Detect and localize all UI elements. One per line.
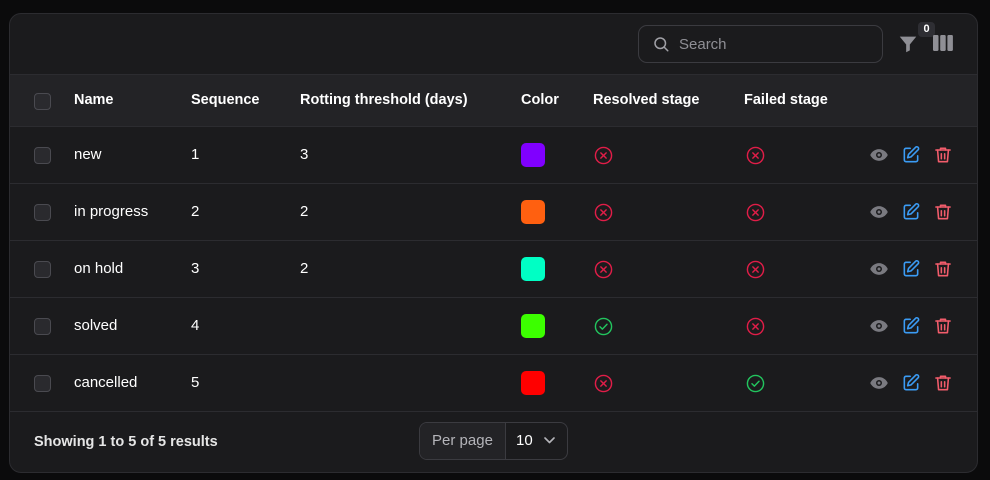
x-circle-icon <box>594 374 613 393</box>
stage-color-swatch <box>521 371 545 395</box>
column-header-rotting-threshold[interactable]: Rotting threshold (days) <box>300 75 468 126</box>
eye-icon <box>869 320 889 340</box>
column-header-name[interactable]: Name <box>74 75 114 126</box>
x-circle-icon <box>594 146 613 165</box>
pencil-square-icon <box>901 146 921 169</box>
column-header-resolved-stage[interactable]: Resolved stage <box>593 75 699 126</box>
check-circle-icon <box>746 374 765 393</box>
row-select-checkbox[interactable] <box>34 318 51 335</box>
stage-color-swatch <box>521 314 545 338</box>
stage-sequence: 5 <box>191 374 200 391</box>
x-circle-icon <box>746 260 765 279</box>
view-button[interactable] <box>869 145 889 165</box>
eye-icon <box>869 149 889 169</box>
view-button[interactable] <box>869 259 889 279</box>
stage-sequence: 2 <box>191 203 200 220</box>
stage-color-swatch <box>521 143 545 167</box>
stage-name: new <box>74 146 102 163</box>
delete-button[interactable] <box>933 145 953 165</box>
stage-name: cancelled <box>74 374 138 391</box>
edit-button[interactable] <box>901 373 921 393</box>
column-header-sequence[interactable]: Sequence <box>191 75 260 126</box>
table-row[interactable]: cancelled 5 <box>10 355 977 412</box>
search-box[interactable] <box>638 25 883 63</box>
per-page-value: 10 <box>516 432 533 449</box>
stage-name: in progress <box>74 203 149 220</box>
filter-icon <box>899 36 917 53</box>
column-header-failed-stage[interactable]: Failed stage <box>744 75 828 126</box>
table-row[interactable]: new 1 3 <box>10 127 977 184</box>
row-select-checkbox[interactable] <box>34 261 51 278</box>
stage-sequence: 3 <box>191 260 200 277</box>
pencil-square-icon <box>901 203 921 226</box>
pencil-square-icon <box>901 260 921 283</box>
eye-icon <box>869 377 889 397</box>
row-select-checkbox[interactable] <box>34 375 51 392</box>
stage-sequence: 1 <box>191 146 200 163</box>
per-page-label: Per page <box>420 423 506 459</box>
delete-button[interactable] <box>933 202 953 222</box>
trash-icon <box>933 375 953 397</box>
trash-icon <box>933 261 953 283</box>
edit-button[interactable] <box>901 202 921 222</box>
stage-rotting-threshold: 3 <box>300 146 309 163</box>
chevron-down-icon <box>544 437 555 444</box>
table-toolbar: 0 <box>10 14 977 74</box>
x-circle-icon <box>594 203 613 222</box>
view-button[interactable] <box>869 373 889 393</box>
trash-icon <box>933 147 953 169</box>
delete-button[interactable] <box>933 259 953 279</box>
table-header: Name Sequence Rotting threshold (days) C… <box>10 74 977 127</box>
search-icon <box>654 37 669 52</box>
column-header-color[interactable]: Color <box>521 75 559 126</box>
stage-sequence: 4 <box>191 317 200 334</box>
table-row[interactable]: on hold 3 2 <box>10 241 977 298</box>
delete-button[interactable] <box>933 316 953 336</box>
eye-icon <box>869 263 889 283</box>
trash-icon <box>933 204 953 226</box>
x-circle-icon <box>746 317 765 336</box>
x-circle-icon <box>746 203 765 222</box>
x-circle-icon <box>746 146 765 165</box>
view-button[interactable] <box>869 316 889 336</box>
trash-icon <box>933 318 953 340</box>
stage-rotting-threshold: 2 <box>300 203 309 220</box>
pencil-square-icon <box>901 317 921 340</box>
select-all-checkbox[interactable] <box>34 93 51 110</box>
per-page-control: Per page 10 <box>419 422 568 460</box>
eye-icon <box>869 206 889 226</box>
columns-icon <box>933 35 953 51</box>
edit-button[interactable] <box>901 145 921 165</box>
edit-button[interactable] <box>901 316 921 336</box>
stage-color-swatch <box>521 200 545 224</box>
pencil-square-icon <box>901 374 921 397</box>
table-row[interactable]: solved 4 <box>10 298 977 355</box>
stage-color-swatch <box>521 257 545 281</box>
filter-button[interactable] <box>897 33 919 55</box>
per-page-select[interactable]: 10 <box>506 423 567 459</box>
stage-name: solved <box>74 317 118 334</box>
table-row[interactable]: in progress 2 2 <box>10 184 977 241</box>
stage-name: on hold <box>74 260 124 277</box>
stages-table-panel: 0 Name Sequence Rotting threshold (days)… <box>9 13 978 473</box>
results-summary: Showing 1 to 5 of 5 results <box>34 434 218 450</box>
edit-button[interactable] <box>901 259 921 279</box>
row-select-checkbox[interactable] <box>34 204 51 221</box>
check-circle-icon <box>594 317 613 336</box>
view-button[interactable] <box>869 202 889 222</box>
search-input[interactable] <box>679 35 859 53</box>
x-circle-icon <box>594 260 613 279</box>
columns-toggle-button[interactable] <box>933 34 953 52</box>
table-footer: Showing 1 to 5 of 5 results Per page 10 <box>10 412 977 472</box>
row-select-checkbox[interactable] <box>34 147 51 164</box>
stage-rotting-threshold: 2 <box>300 260 309 277</box>
delete-button[interactable] <box>933 373 953 393</box>
